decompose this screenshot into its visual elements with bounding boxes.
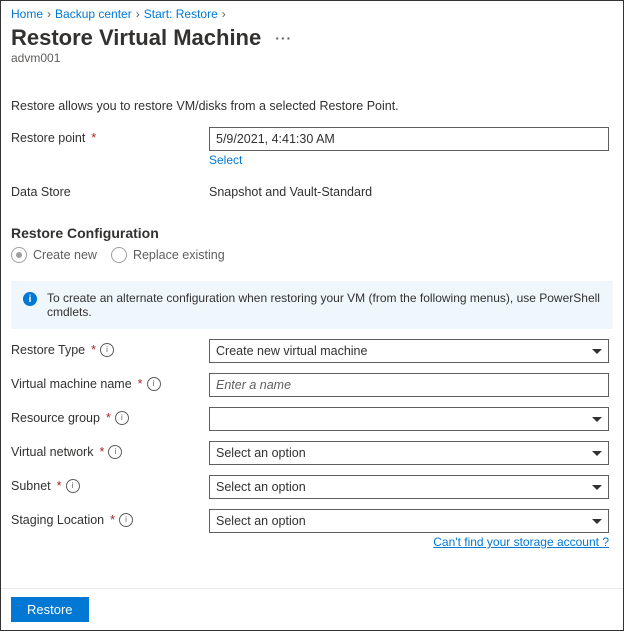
vm-name-label: Virtual machine name* i — [11, 373, 209, 391]
page-subtitle: advm001 — [11, 51, 613, 65]
vm-name-input[interactable] — [209, 373, 609, 397]
restore-type-label: Restore Type* i — [11, 339, 209, 357]
page-title: Restore Virtual Machine ··· — [11, 25, 613, 51]
staging-location-select[interactable]: Select an option — [209, 509, 609, 533]
radio-replace-existing[interactable]: Replace existing — [111, 247, 225, 263]
virtual-network-label: Virtual network* i — [11, 441, 209, 459]
subnet-select[interactable]: Select an option — [209, 475, 609, 499]
staging-location-label: Staging Location* i — [11, 509, 209, 527]
info-banner-text: To create an alternate configuration whe… — [47, 291, 601, 319]
restore-mode-radio-group: Create new Replace existing — [11, 247, 613, 263]
info-icon[interactable]: i — [100, 343, 114, 357]
virtual-network-select[interactable]: Select an option — [209, 441, 609, 465]
info-banner: i To create an alternate configuration w… — [11, 281, 613, 329]
more-icon[interactable]: ··· — [275, 30, 292, 46]
restore-point-select-link[interactable]: Select — [209, 153, 242, 167]
info-icon[interactable]: i — [108, 445, 122, 459]
data-store-value: Snapshot and Vault-Standard — [209, 181, 613, 199]
restore-point-label: Restore point* — [11, 127, 209, 145]
restore-type-select[interactable]: Create new virtual machine — [209, 339, 609, 363]
chevron-down-icon — [592, 519, 602, 524]
breadcrumb-home[interactable]: Home — [11, 7, 43, 21]
restore-configuration-header: Restore Configuration — [11, 225, 613, 241]
chevron-down-icon — [592, 485, 602, 490]
storage-account-help-link[interactable]: Can't find your storage account ? — [11, 535, 609, 549]
chevron-down-icon — [592, 417, 602, 422]
breadcrumb-start-restore[interactable]: Start: Restore — [144, 7, 218, 21]
chevron-down-icon — [592, 451, 602, 456]
chevron-right-icon: › — [47, 7, 51, 21]
info-icon[interactable]: i — [147, 377, 161, 391]
radio-create-new[interactable]: Create new — [11, 247, 97, 263]
restore-point-input[interactable] — [209, 127, 609, 151]
chevron-right-icon: › — [222, 7, 226, 21]
subnet-label: Subnet* i — [11, 475, 209, 493]
info-icon[interactable]: i — [119, 513, 133, 527]
chevron-right-icon: › — [136, 7, 140, 21]
breadcrumb: Home › Backup center › Start: Restore › — [11, 7, 613, 21]
chevron-down-icon — [592, 349, 602, 354]
data-store-label: Data Store — [11, 181, 209, 199]
info-icon[interactable]: i — [66, 479, 80, 493]
info-icon: i — [23, 292, 37, 306]
resource-group-label: Resource group* i — [11, 407, 209, 425]
intro-text: Restore allows you to restore VM/disks f… — [11, 99, 613, 113]
info-icon[interactable]: i — [115, 411, 129, 425]
resource-group-select[interactable] — [209, 407, 609, 431]
footer: Restore — [1, 588, 623, 630]
breadcrumb-backup-center[interactable]: Backup center — [55, 7, 132, 21]
restore-button[interactable]: Restore — [11, 597, 89, 622]
